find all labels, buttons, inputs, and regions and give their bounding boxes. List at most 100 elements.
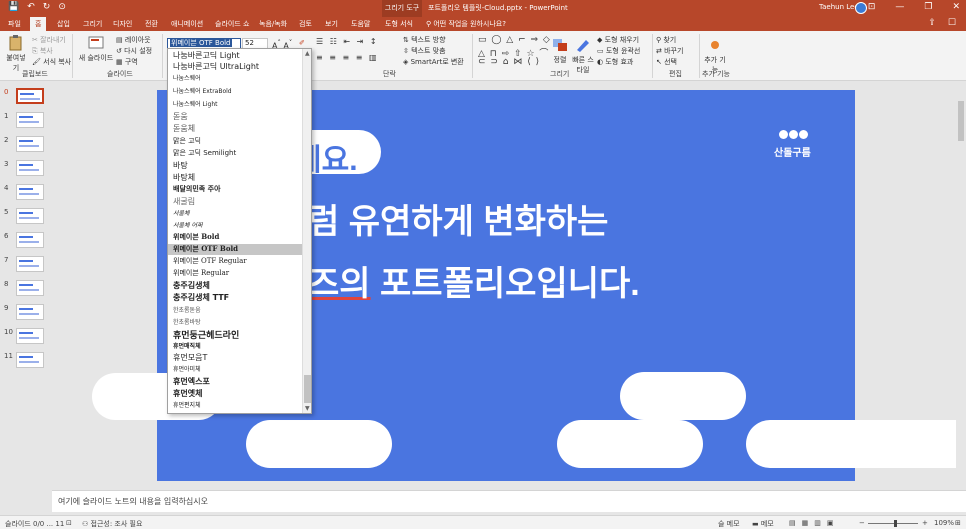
font-list-scrollbar-thumb[interactable]	[304, 375, 311, 403]
smartart-button[interactable]: ◈ SmartArt로 변환	[403, 57, 464, 67]
font-option[interactable]: 나눔스퀘어 ExtraBold	[173, 86, 301, 97]
shape-outline-button[interactable]: ▭ 도형 윤곽선	[597, 46, 640, 56]
tab-file[interactable]: 파일	[8, 19, 21, 29]
tab-draw[interactable]: 그리기	[83, 19, 102, 29]
slide-thumbnail[interactable]	[16, 208, 44, 224]
font-option[interactable]: 휴먼엑스포	[173, 376, 301, 387]
font-option[interactable]: 휴먼둥근헤드라인	[173, 328, 301, 341]
slide-thumbnail[interactable]	[16, 280, 44, 296]
tab-design[interactable]: 디자인	[113, 19, 132, 29]
scroll-up-icon[interactable]: ▲	[305, 50, 310, 57]
font-option[interactable]: 맑은 고딕 Semilight	[173, 148, 301, 159]
cloud-shape[interactable]	[246, 420, 392, 468]
quick-styles-button[interactable]: 빠른 스타일	[572, 37, 594, 75]
start-slideshow-icon[interactable]: ⊙	[58, 2, 66, 12]
cut-button[interactable]: ✂ 잘라내기	[32, 35, 66, 45]
scrollbar-thumb[interactable]	[958, 101, 964, 141]
save-icon[interactable]: 💾	[8, 2, 19, 12]
zoom-in-button[interactable]: +	[922, 519, 928, 527]
slide-thumbnail[interactable]	[16, 184, 44, 200]
avatar[interactable]	[855, 2, 867, 14]
arrange-button[interactable]: 정렬	[550, 37, 570, 65]
slide-thumbnail[interactable]	[16, 352, 44, 368]
headline-line-1[interactable]: 럼 유연하게 변화하는	[308, 194, 608, 243]
font-option[interactable]: 돋움체	[173, 123, 301, 134]
font-option[interactable]: 휴먼모음T	[173, 352, 301, 363]
find-button[interactable]: ⚲ 찾기	[656, 35, 676, 45]
clear-formatting-icon[interactable]: ✐	[299, 39, 305, 47]
scroll-down-icon[interactable]: ▼	[305, 405, 310, 412]
shape-effects-button[interactable]: ◐ 도형 효과	[597, 57, 633, 67]
copy-button[interactable]: ⎘ 복사	[32, 46, 53, 56]
tab-recording[interactable]: 녹음/녹화	[259, 19, 287, 29]
font-option[interactable]: 돋움	[173, 111, 301, 122]
tab-transitions[interactable]: 전환	[145, 19, 158, 29]
font-option[interactable]: 충주김생체	[173, 280, 301, 291]
font-option-selected[interactable]: 위메이븐 OTF Bold	[168, 244, 302, 255]
tab-home[interactable]: 홈	[30, 17, 47, 31]
shape-fill-button[interactable]: ◆ 도형 채우기	[597, 35, 639, 45]
font-option[interactable]: 바탕	[173, 160, 301, 171]
list-buttons[interactable]: ☰ ☷ ⇤ ⇥ ↕	[316, 37, 379, 46]
comments-toggle[interactable]: ▬ 메모	[752, 519, 774, 529]
font-option[interactable]: 휴먼옛체	[173, 388, 301, 399]
slide-thumbnail[interactable]	[16, 304, 44, 320]
share-icon[interactable]: ⇪	[928, 18, 936, 28]
accessibility-status[interactable]: ⚇ 접근성: 조사 필요	[82, 519, 142, 529]
font-option[interactable]: 새굴림	[173, 196, 301, 207]
slide-thumbnail[interactable]	[16, 136, 44, 152]
new-slide-button[interactable]: 새 슬라이드	[78, 35, 114, 63]
font-option[interactable]: 위메이븐 Bold	[173, 232, 301, 243]
restore-button[interactable]: ❐	[924, 2, 932, 12]
zoom-slider[interactable]	[868, 523, 918, 524]
format-painter-button[interactable]: 🖌 서식 복사	[32, 57, 71, 67]
tab-review[interactable]: 검토	[299, 19, 312, 29]
notes-toggle[interactable]: 슬 메모	[718, 519, 740, 529]
font-option[interactable]: 휴먼매직체	[173, 341, 301, 352]
shapes-gallery-row3[interactable]: ⊂ ⊃ ⌂ ⋈ ⟨ ⟩	[478, 57, 540, 67]
font-option[interactable]: 서울체	[173, 208, 301, 219]
reset-button[interactable]: ↺ 다시 설정	[116, 46, 152, 56]
text-direction-button[interactable]: ⇅ 텍스트 방향	[403, 35, 446, 45]
comments-icon[interactable]: ☐	[948, 18, 956, 28]
font-option[interactable]: 한초롬돋움	[173, 305, 301, 316]
slide-thumbnail[interactable]	[16, 232, 44, 248]
font-option[interactable]: 나눔스퀘어	[173, 73, 301, 84]
font-option[interactable]: 한초롬바탕	[173, 317, 301, 328]
slide-thumbnail[interactable]	[16, 88, 44, 104]
slide-thumbnail[interactable]	[16, 256, 44, 272]
headline-line-2[interactable]: 즈의 포트폴리오입니다.	[308, 256, 640, 305]
notes-pane[interactable]: 여기에 슬라이드 노트의 내용을 입력하십시오	[52, 490, 966, 512]
align-text-button[interactable]: ⇳ 텍스트 맞춤	[403, 46, 446, 56]
font-list-scrollbar[interactable]: ▲ ▼	[302, 49, 311, 413]
tab-view[interactable]: 보기	[325, 19, 338, 29]
font-option[interactable]: 위메이븐 OTF Regular	[173, 256, 301, 267]
tab-animations[interactable]: 애니메이션	[171, 19, 203, 29]
section-button[interactable]: ▦ 구역	[116, 57, 138, 67]
user-name[interactable]: Taehun Lee	[819, 3, 859, 11]
font-option[interactable]: 서울체 어쩌	[173, 220, 301, 231]
close-button[interactable]: ✕	[952, 2, 960, 12]
replace-button[interactable]: ⇄ 바꾸기	[656, 46, 683, 56]
redo-icon[interactable]: ↻	[43, 2, 51, 12]
font-option[interactable]: 위메이븐 Regular	[173, 268, 301, 279]
tell-me-search[interactable]: ⚲ 어떤 작업을 원하시나요?	[426, 19, 506, 29]
select-button[interactable]: ↖ 선택	[656, 57, 677, 67]
font-dropdown-list[interactable]: 나눔바른고딕 Light 나눔바른고딕 UltraLight 나눔스퀘어 나눔스…	[167, 48, 312, 414]
slide-thumbnail[interactable]	[16, 112, 44, 128]
cloud-shape[interactable]	[557, 420, 703, 468]
zoom-level[interactable]: 109%	[934, 519, 954, 527]
font-option[interactable]: 나눔스퀘어 Light	[173, 99, 301, 110]
cloud-shape[interactable]	[746, 420, 966, 468]
font-option[interactable]: 바탕체	[173, 172, 301, 183]
cloud-shape[interactable]	[620, 372, 746, 420]
font-option[interactable]: 충주김생체 TTF	[173, 292, 301, 303]
font-option[interactable]: 나눔바른고딕 Light	[173, 50, 301, 61]
align-buttons[interactable]: ≡ ≡ ≡ ≡ ▥	[316, 53, 379, 62]
paste-button[interactable]: 붙여넣기	[4, 35, 28, 73]
tab-insert[interactable]: 삽입	[57, 19, 70, 29]
font-option[interactable]: 배달의민족 주아	[173, 184, 301, 195]
zoom-out-button[interactable]: −	[859, 519, 865, 527]
ribbon-display-options-icon[interactable]: ⊡	[868, 2, 876, 12]
view-buttons[interactable]: ▤▦▥▣	[789, 519, 839, 527]
